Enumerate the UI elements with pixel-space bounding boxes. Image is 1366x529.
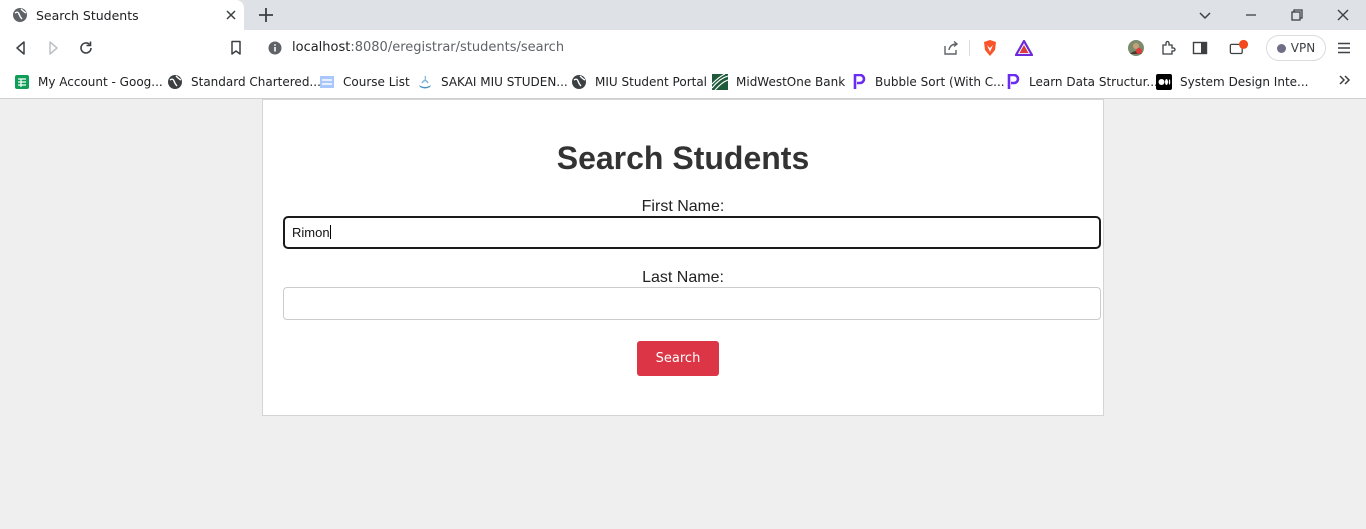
bookmark-item[interactable]: Bubble Sort (With C... [851,72,1005,92]
first-name-label: First Name: [641,198,725,215]
bookmark-label: My Account - Goog... [38,75,163,89]
bookmarks-bar: My Account - Goog... Standard Chartered.… [0,66,1366,99]
globe-icon [167,74,183,90]
sakai-icon [417,74,433,90]
vpn-status-icon [1276,43,1286,53]
medium-icon [1156,74,1172,90]
bookmark-label: System Design Inte... [1180,75,1309,89]
globe-icon [571,74,587,90]
address-bar[interactable]: localhost:8080/eregistrar/students/searc… [258,34,1042,62]
first-name-field[interactable]: Rimon [283,216,1101,249]
minimize-icon[interactable] [1228,0,1274,30]
page-icon [319,74,335,90]
forward-icon[interactable] [43,38,63,58]
bookmark-label: Standard Chartered... [191,75,321,89]
sheets-icon [14,74,30,90]
bookmark-icon[interactable] [226,38,246,58]
bookmark-item[interactable]: SAKAI MIU STUDEN... [417,72,568,92]
bookmark-item[interactable]: Standard Chartered... [167,72,321,92]
brave-rewards-icon[interactable] [1014,38,1034,58]
site-info-icon[interactable] [268,41,282,55]
browser-toolbar: localhost:8080/eregistrar/students/searc… [0,30,1366,66]
text-caret [329,225,331,239]
vpn-button[interactable]: VPN [1266,35,1326,61]
more-bookmarks-icon[interactable] [1336,72,1352,88]
bookmark-item[interactable]: Learn Data Structur... [1005,72,1158,92]
url-path: :8080/eregistrar/students/search [350,40,565,55]
url-text: localhost:8080/eregistrar/students/searc… [292,40,564,55]
tab-search-students[interactable]: Search Students [0,0,244,30]
back-icon[interactable] [11,38,31,58]
bookmark-item[interactable]: Course List [319,72,410,92]
tab-strip: Search Students [0,0,1366,30]
bookmark-label: Course List [343,75,410,89]
bookmark-item[interactable]: MIU Student Portal [571,72,707,92]
menu-icon[interactable] [1334,38,1354,58]
bookmark-item[interactable]: System Design Inte... [1156,72,1308,92]
p-icon [1005,74,1021,90]
bookmark-label: MIU Student Portal [595,75,708,89]
page-title: Search Students [556,140,810,176]
last-name-field[interactable] [283,287,1101,320]
bookmark-label: MidWestOne Bank [736,75,846,89]
sidebar-icon[interactable] [1190,38,1210,58]
wallet-icon[interactable] [1229,38,1249,58]
share-icon[interactable] [941,38,961,58]
search-button[interactable]: Search [637,341,719,376]
search-form-card: Search Students First Name: Rimon Last N… [262,99,1104,416]
p-icon [851,74,867,90]
bank-icon [712,74,728,90]
tab-title: Search Students [36,8,139,23]
close-tab-icon[interactable] [224,8,238,22]
reload-icon[interactable] [76,38,96,58]
omnibox-divider [969,40,970,56]
first-name-value: Rimon [292,225,330,240]
bookmark-item[interactable]: MidWestOne Bank [712,72,845,92]
last-name-label: Last Name: [642,269,724,286]
extensions-icon[interactable] [1158,38,1178,58]
brave-shields-icon[interactable] [980,38,1000,58]
bookmark-label: Bubble Sort (With C... [875,75,1005,89]
vpn-label: VPN [1290,41,1316,55]
bookmark-item[interactable]: My Account - Goog... [14,72,163,92]
close-window-icon[interactable] [1320,0,1366,30]
new-tab-icon[interactable] [257,6,275,24]
bookmark-label: SAKAI MIU STUDEN... [441,75,568,89]
url-host: localhost [292,40,351,55]
tab-search-chevron-icon[interactable] [1182,0,1228,30]
restore-icon[interactable] [1274,0,1320,30]
globe-icon [12,7,28,23]
profile-avatar-icon[interactable] [1126,38,1146,58]
bookmark-label: Learn Data Structur... [1029,75,1158,89]
